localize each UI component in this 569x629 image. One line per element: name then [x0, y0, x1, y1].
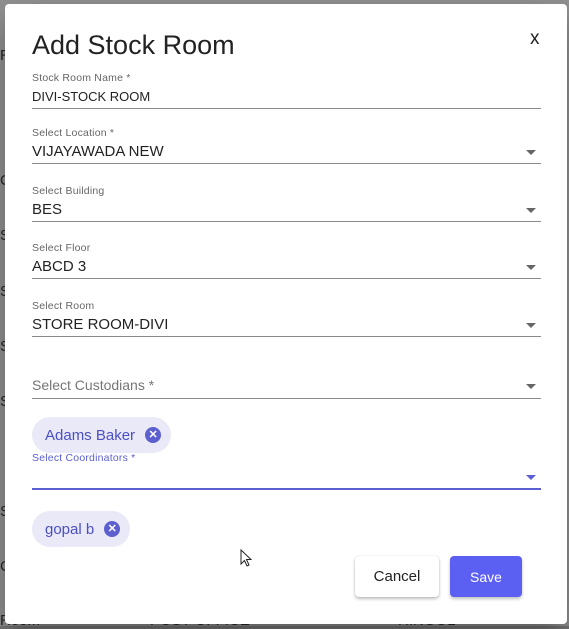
stock-room-name-input[interactable]: DIVI-STOCK ROOM — [32, 86, 541, 108]
chip-label: Adams Baker — [45, 426, 136, 444]
dropdown-arrow-icon[interactable] — [526, 150, 536, 155]
field-label: Select Location * — [32, 127, 115, 139]
cancel-button[interactable]: Cancel — [355, 556, 439, 597]
dropdown-arrow-icon[interactable] — [526, 265, 536, 270]
building-value: BES — [32, 201, 63, 218]
location-value-wrap: VIJAYAWADA NEW — [32, 141, 541, 163]
field-underline — [32, 398, 541, 399]
remove-chip-icon[interactable]: ✕ — [104, 521, 121, 537]
field-underline — [32, 108, 541, 109]
room-value: STORE ROOM-DIVI — [32, 316, 169, 333]
custodian-chip: Adams Baker ✕ — [32, 417, 172, 453]
custodians-select[interactable]: Select Custodians * — [32, 372, 541, 399]
field-underline — [32, 488, 541, 490]
field-label: Select Room — [32, 300, 95, 312]
floor-value: ABCD 3 — [32, 258, 87, 275]
dialog-title: Add Stock Room — [32, 30, 235, 60]
floor-value-wrap: ABCD 3 — [32, 256, 541, 278]
building-select[interactable]: Select Building BES — [32, 185, 541, 222]
floor-select[interactable]: Select Floor ABCD 3 — [32, 242, 541, 279]
dropdown-arrow-icon[interactable] — [526, 323, 536, 328]
chip-label: gopal b — [45, 520, 95, 538]
field-underline — [32, 336, 541, 337]
coordinators-select[interactable]: Select Coordinators * — [32, 452, 541, 490]
mouse-cursor-icon — [240, 549, 252, 567]
field-label: Select Building — [32, 185, 105, 197]
remove-chip-icon[interactable]: ✕ — [145, 427, 162, 443]
dropdown-arrow-icon[interactable] — [526, 384, 536, 389]
coordinators-value-wrap — [32, 466, 541, 488]
field-label: Select Coordinators * — [32, 452, 136, 464]
save-button[interactable]: Save — [450, 556, 522, 597]
room-select[interactable]: Select Room STORE ROOM-DIVI — [32, 300, 541, 337]
coordinator-chip: gopal b ✕ — [32, 511, 131, 547]
building-value-wrap: BES — [32, 199, 541, 221]
dropdown-arrow-icon[interactable] — [526, 208, 536, 213]
dropdown-arrow-icon[interactable] — [526, 475, 536, 480]
add-stock-room-dialog: Add Stock Room x Stock Room Name * DIVI-… — [5, 4, 567, 624]
field-underline — [32, 278, 541, 279]
location-select[interactable]: Select Location * VIJAYAWADA NEW — [32, 127, 541, 164]
custodians-value-wrap: Select Custodians * — [32, 372, 541, 398]
close-button[interactable]: x — [530, 29, 540, 48]
field-label: Stock Room Name * — [32, 72, 131, 84]
location-value: VIJAYAWADA NEW — [32, 143, 164, 160]
custodians-placeholder: Select Custodians * — [32, 377, 155, 393]
room-value-wrap: STORE ROOM-DIVI — [32, 314, 541, 336]
field-underline — [32, 163, 541, 164]
stock-room-name-field[interactable]: Stock Room Name * DIVI-STOCK ROOM — [32, 72, 541, 109]
field-underline — [32, 221, 541, 222]
field-label: Select Floor — [32, 242, 91, 254]
